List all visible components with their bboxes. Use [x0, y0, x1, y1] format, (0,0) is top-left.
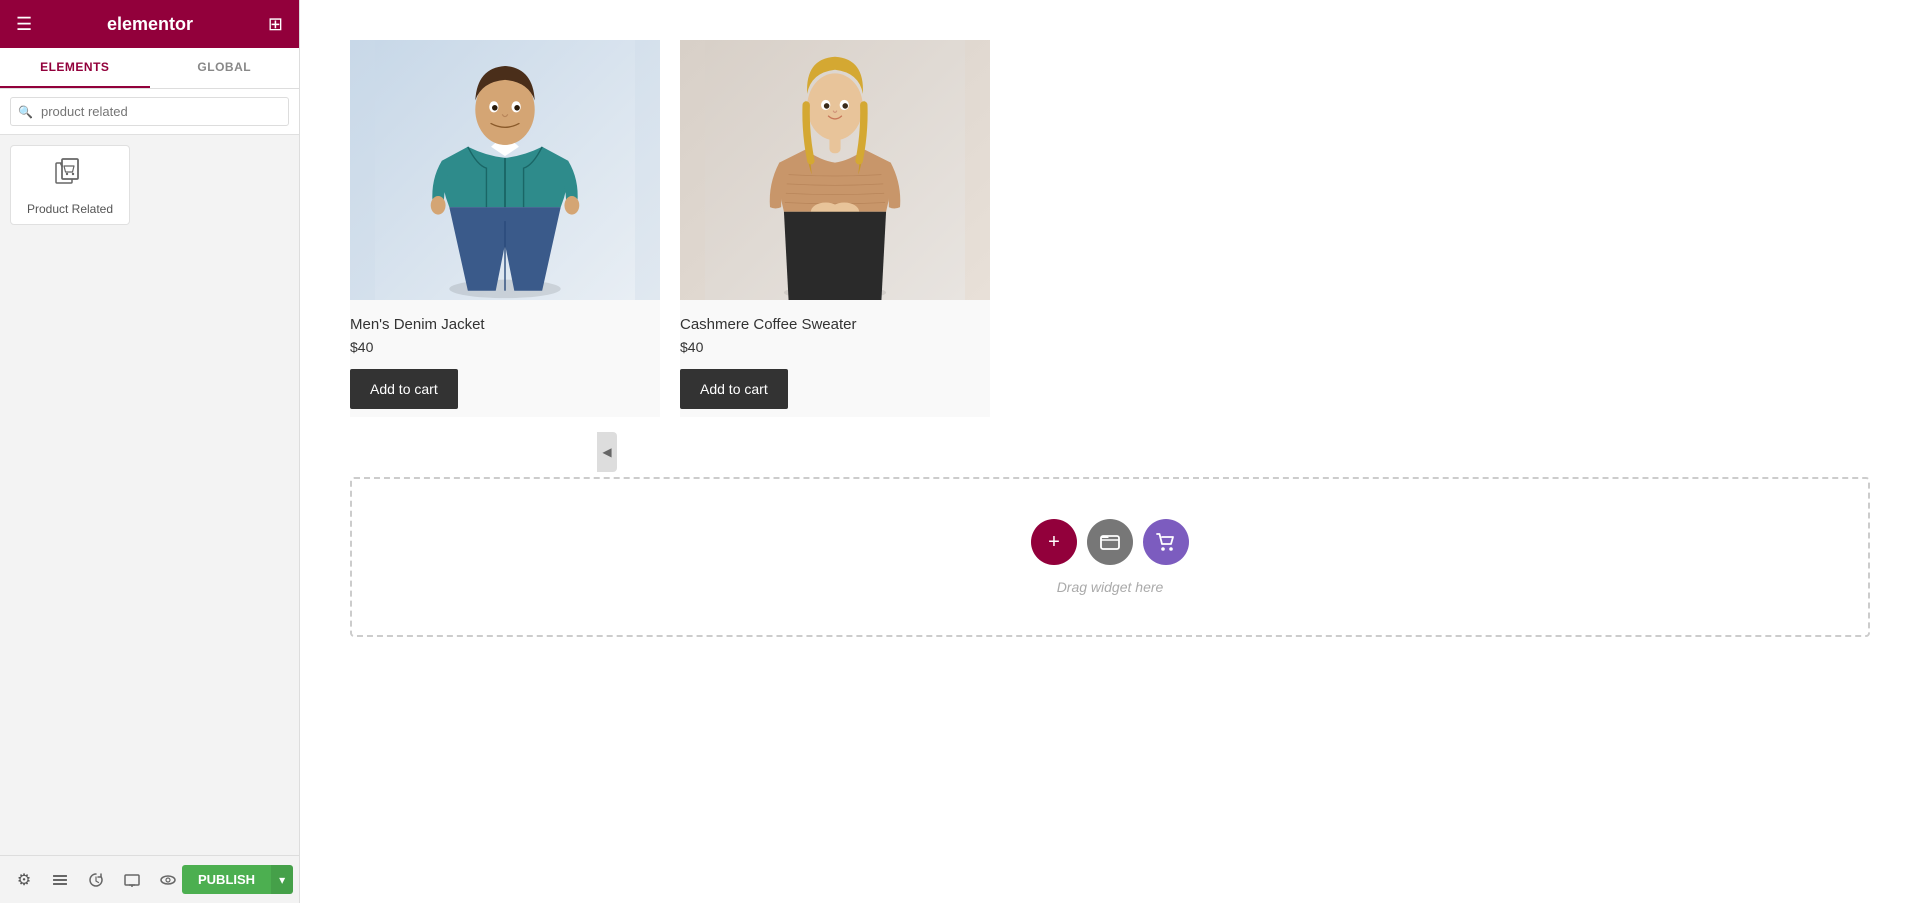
- history-icon[interactable]: [82, 866, 110, 894]
- settings-icon[interactable]: ⚙: [10, 866, 38, 894]
- product-name-2: Cashmere Coffee Sweater: [680, 316, 990, 333]
- product-card-2: Cashmere Coffee Sweater $40 Add to cart: [680, 40, 990, 417]
- hamburger-icon[interactable]: ☰: [16, 14, 32, 35]
- elementor-logo: elementor: [107, 14, 193, 35]
- product-price-2: $40: [680, 339, 990, 355]
- product-image-2: [680, 40, 990, 300]
- publish-arrow-button[interactable]: ▾: [271, 865, 293, 894]
- add-to-cart-button-1[interactable]: Add to cart: [350, 369, 458, 409]
- sidebar-tabs: ELEMENTS GLOBAL: [0, 48, 299, 89]
- layers-icon[interactable]: [46, 866, 74, 894]
- main-canvas: Men's Denim Jacket $40 Add to cart: [300, 0, 1920, 903]
- add-template-button[interactable]: [1087, 519, 1133, 565]
- widget-product-related-label: Product Related: [27, 202, 113, 216]
- search-wrapper: product related: [10, 97, 289, 126]
- product-name-1: Men's Denim Jacket: [350, 316, 660, 333]
- grid-icon[interactable]: ⊞: [268, 14, 283, 35]
- publish-button[interactable]: PUBLISH: [182, 865, 271, 894]
- bottom-left-icons: ⚙: [10, 866, 182, 894]
- drop-zone-icons: +: [1031, 519, 1189, 565]
- product-image-1: [350, 40, 660, 300]
- widget-product-related[interactable]: Product Related: [10, 145, 130, 225]
- panel-toggle[interactable]: ◀: [597, 432, 617, 472]
- eye-icon[interactable]: [154, 866, 182, 894]
- responsive-icon[interactable]: [118, 866, 146, 894]
- product-price-1: $40: [350, 339, 660, 355]
- publish-group: PUBLISH ▾: [182, 865, 293, 894]
- search-bar: product related: [0, 89, 299, 135]
- sidebar: ☰ elementor ⊞ ELEMENTS GLOBAL product re…: [0, 0, 300, 903]
- add-to-cart-button-2[interactable]: Add to cart: [680, 369, 788, 409]
- add-widget-button[interactable]: [1143, 519, 1189, 565]
- drop-zone[interactable]: + Drag widget here: [350, 477, 1870, 637]
- drop-zone-label: Drag widget here: [1057, 579, 1164, 595]
- product-card-1: Men's Denim Jacket $40 Add to cart: [350, 40, 660, 417]
- products-section: Men's Denim Jacket $40 Add to cart: [350, 20, 1870, 457]
- search-input[interactable]: product related: [10, 97, 289, 126]
- sidebar-header: ☰ elementor ⊞: [0, 0, 299, 48]
- products-grid: Men's Denim Jacket $40 Add to cart: [350, 40, 990, 417]
- product-info-1: Men's Denim Jacket $40 Add to cart: [350, 300, 660, 417]
- add-section-button[interactable]: +: [1031, 519, 1077, 565]
- tab-global[interactable]: GLOBAL: [150, 48, 300, 88]
- widgets-area: Product Related: [0, 135, 299, 855]
- tab-elements[interactable]: ELEMENTS: [0, 48, 150, 88]
- chevron-left-icon: ◀: [602, 445, 611, 459]
- product-related-icon: [52, 155, 88, 196]
- bottom-toolbar: ⚙: [0, 855, 299, 903]
- product-info-2: Cashmere Coffee Sweater $40 Add to cart: [680, 300, 990, 417]
